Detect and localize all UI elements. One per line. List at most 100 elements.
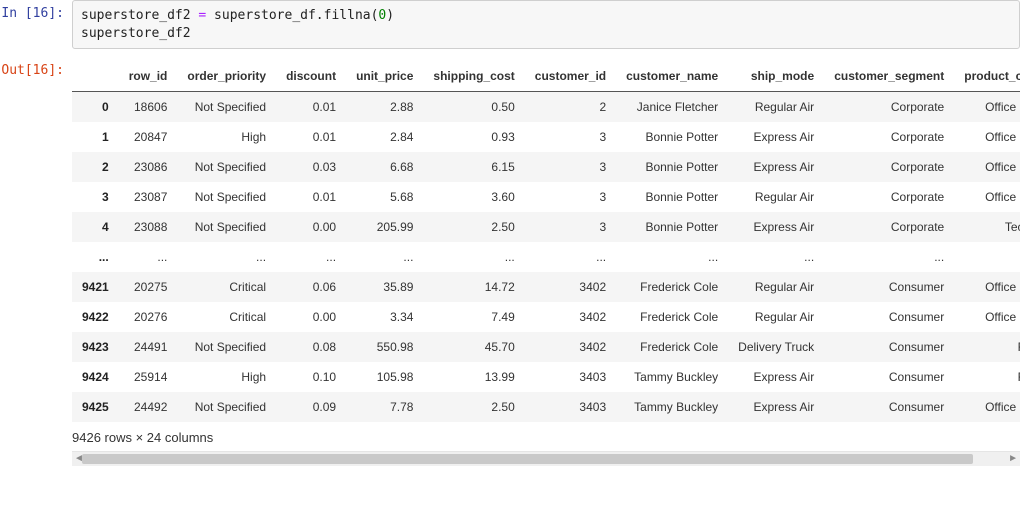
cell-customer_id: 3402 (525, 272, 616, 302)
cell-customer_segment: Corporate (824, 122, 954, 152)
table-row: 423088Not Specified0.00205.992.503Bonnie… (72, 212, 1020, 242)
cell-customer_name: Tammy Buckley (616, 392, 728, 422)
cell-row_id: 25914 (119, 362, 178, 392)
row-index: 1 (72, 122, 119, 152)
col-shipping_cost: shipping_cost (423, 61, 524, 92)
cell-discount: 0.01 (276, 122, 346, 152)
dataframe-summary: 9426 rows × 24 columns (72, 422, 1020, 451)
cell-customer_segment: Corporate (824, 182, 954, 212)
row-index: 9424 (72, 362, 119, 392)
cell-shipping_cost: 3.60 (423, 182, 524, 212)
scrollbar-thumb[interactable] (82, 454, 973, 464)
cell-discount: 0.10 (276, 362, 346, 392)
table-row: ....................................... (72, 242, 1020, 272)
cell-order_priority: Critical (177, 302, 276, 332)
output-cell: Out[16]: row_id order_priority discount … (0, 57, 1024, 466)
cell-ship_mode: Regular Air (728, 92, 824, 123)
cell-ship_mode: Express Air (728, 212, 824, 242)
cell-customer_segment: Consumer (824, 362, 954, 392)
cell-customer_segment: Consumer (824, 272, 954, 302)
cell-order_priority: Not Specified (177, 92, 276, 123)
cell-customer_name: Bonnie Potter (616, 152, 728, 182)
cell-row_id: 20275 (119, 272, 178, 302)
col-unit_price: unit_price (346, 61, 423, 92)
cell-product_category: Furniture (954, 362, 1020, 392)
col-row_id: row_id (119, 61, 178, 92)
cell-customer_id: 3 (525, 182, 616, 212)
horizontal-scrollbar[interactable]: ◄ ► (72, 451, 1020, 466)
output-prompt: Out[16]: (0, 57, 72, 82)
cell-discount: 0.08 (276, 332, 346, 362)
cell-discount: 0.03 (276, 152, 346, 182)
code-text: ) (386, 8, 394, 23)
cell-customer_name: Frederick Cole (616, 332, 728, 362)
table-row: 942220276Critical0.003.347.493402Frederi… (72, 302, 1020, 332)
row-index: 4 (72, 212, 119, 242)
cell-customer_id: 2 (525, 92, 616, 123)
cell-customer_segment: Corporate (824, 212, 954, 242)
cell-shipping_cost: 2.50 (423, 212, 524, 242)
cell-order_priority: Not Specified (177, 212, 276, 242)
col-discount: discount (276, 61, 346, 92)
code-text: superstore_df2 (81, 26, 191, 41)
scroll-right-icon[interactable]: ► (1008, 453, 1018, 464)
cell-discount: ... (276, 242, 346, 272)
cell-product_category: Office Supplies (954, 92, 1020, 123)
row-index: 9421 (72, 272, 119, 302)
cell-shipping_cost: 7.49 (423, 302, 524, 332)
cell-product_category: ... (954, 242, 1020, 272)
table-row: 120847High0.012.840.933Bonnie PotterExpr… (72, 122, 1020, 152)
input-prompt: In [16]: (0, 0, 72, 25)
cell-customer_id: 3403 (525, 392, 616, 422)
cell-unit_price: 7.78 (346, 392, 423, 422)
cell-row_id: 23088 (119, 212, 178, 242)
row-index: 9425 (72, 392, 119, 422)
table-row: 942324491Not Specified0.08550.9845.70340… (72, 332, 1020, 362)
cell-customer_name: Bonnie Potter (616, 182, 728, 212)
cell-customer_id: 3402 (525, 332, 616, 362)
cell-unit_price: 550.98 (346, 332, 423, 362)
cell-customer_id: 3403 (525, 362, 616, 392)
table-row: 942524492Not Specified0.097.782.503403Ta… (72, 392, 1020, 422)
row-index: 9423 (72, 332, 119, 362)
input-cell: In [16]: superstore_df2 = superstore_df.… (0, 0, 1024, 49)
row-index: 0 (72, 92, 119, 123)
cell-row_id: 20276 (119, 302, 178, 332)
cell-customer_id: 3 (525, 212, 616, 242)
cell-ship_mode: Express Air (728, 152, 824, 182)
table-row: 942425914High0.10105.9813.993403Tammy Bu… (72, 362, 1020, 392)
cell-order_priority: Not Specified (177, 152, 276, 182)
cell-ship_mode: ... (728, 242, 824, 272)
cell-row_id: 20847 (119, 122, 178, 152)
table-head: row_id order_priority discount unit_pric… (72, 61, 1020, 92)
col-customer_id: customer_id (525, 61, 616, 92)
cell-order_priority: High (177, 362, 276, 392)
cell-customer_name: Frederick Cole (616, 272, 728, 302)
cell-customer_name: Frederick Cole (616, 302, 728, 332)
cell-discount: 0.00 (276, 302, 346, 332)
table-row: 942120275Critical0.0635.8914.723402Frede… (72, 272, 1020, 302)
code-input[interactable]: superstore_df2 = superstore_df.fillna(0)… (72, 0, 1020, 49)
cell-unit_price: 2.88 (346, 92, 423, 123)
dataframe-scroll[interactable]: row_id order_priority discount unit_pric… (72, 61, 1020, 422)
cell-order_priority: Not Specified (177, 182, 276, 212)
cell-customer_segment: Corporate (824, 92, 954, 123)
cell-unit_price: ... (346, 242, 423, 272)
cell-ship_mode: Express Air (728, 392, 824, 422)
col-ship_mode: ship_mode (728, 61, 824, 92)
cell-ship_mode: Regular Air (728, 302, 824, 332)
code-text: superstore_df2 (81, 8, 198, 23)
table-row: 223086Not Specified0.036.686.153Bonnie P… (72, 152, 1020, 182)
cell-ship_mode: Express Air (728, 122, 824, 152)
cell-row_id: ... (119, 242, 178, 272)
cell-row_id: 24492 (119, 392, 178, 422)
cell-product_category: Office Supplies (954, 122, 1020, 152)
cell-order_priority: Not Specified (177, 392, 276, 422)
cell-discount: 0.01 (276, 182, 346, 212)
cell-product_category: Office Supplies (954, 152, 1020, 182)
col-customer_segment: customer_segment (824, 61, 954, 92)
cell-customer_name: Janice Fletcher (616, 92, 728, 123)
cell-customer_name: Bonnie Potter (616, 212, 728, 242)
cell-unit_price: 35.89 (346, 272, 423, 302)
dataframe-table: row_id order_priority discount unit_pric… (72, 61, 1020, 422)
